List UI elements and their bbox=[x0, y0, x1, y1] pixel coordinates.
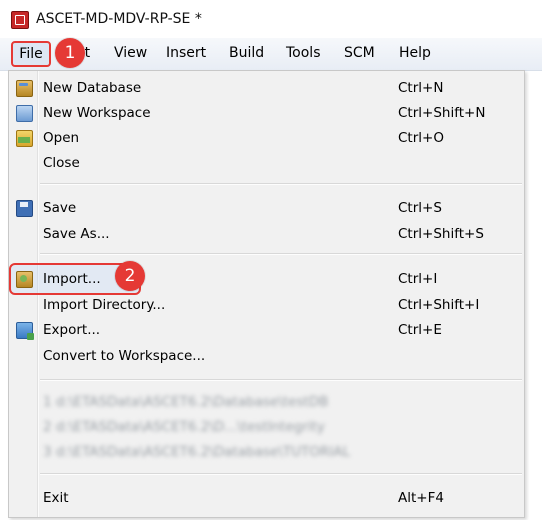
database-icon bbox=[16, 80, 33, 97]
window-title: ASCET-MD-MDV-RP-SE * bbox=[36, 11, 202, 27]
menu-item-label: Save bbox=[43, 200, 77, 216]
export-icon bbox=[16, 322, 34, 340]
menu-separator bbox=[40, 183, 522, 185]
menu-item-label: New Workspace bbox=[43, 105, 151, 121]
step-2-badge: 2 bbox=[115, 261, 145, 291]
recent-file-path: 1 d:\ETASData\ASCET6.2\Database\testDB bbox=[43, 394, 329, 410]
open-folder-icon bbox=[16, 130, 33, 147]
menu-item-open[interactable]: Open Ctrl+O bbox=[9, 125, 524, 150]
menu-item-label: Export... bbox=[43, 322, 101, 338]
menu-item-import-directory[interactable]: Import Directory... Ctrl+Shift+I bbox=[9, 292, 524, 317]
menu-insert[interactable]: Insert bbox=[166, 45, 206, 61]
save-disk-icon bbox=[16, 200, 33, 217]
menu-item-shortcut: Ctrl+Shift+I bbox=[398, 297, 480, 313]
menu-item-shortcut: Ctrl+I bbox=[398, 271, 438, 287]
menu-item-recent-1[interactable]: 1 d:\ETASData\ASCET6.2\Database\testDB bbox=[9, 389, 524, 414]
menu-item-label: Close bbox=[43, 155, 80, 171]
ascet-app-icon bbox=[11, 11, 29, 29]
recent-file-path: 3 d:\ETASData\ASCET6.2\Database\TUTORIAL bbox=[43, 444, 350, 460]
menu-item-new-database[interactable]: New Database Ctrl+N bbox=[9, 75, 524, 100]
menu-item-shortcut: Ctrl+S bbox=[398, 200, 442, 216]
menu-item-close[interactable]: Close bbox=[9, 150, 524, 175]
menu-item-label: Import Directory... bbox=[43, 297, 166, 313]
menu-item-shortcut: Alt+F4 bbox=[398, 490, 444, 506]
menu-bar: File Edit View Insert Build Tools SCM He… bbox=[0, 38, 542, 71]
menu-item-shortcut: Ctrl+N bbox=[398, 80, 444, 96]
menu-item-shortcut: Ctrl+Shift+N bbox=[398, 105, 486, 121]
menu-separator bbox=[40, 379, 522, 381]
menu-item-new-workspace[interactable]: New Workspace Ctrl+Shift+N bbox=[9, 100, 524, 125]
menu-separator bbox=[40, 253, 522, 255]
menu-item-import[interactable]: Import... Ctrl+I bbox=[9, 266, 524, 291]
menu-item-exit[interactable]: Exit Alt+F4 bbox=[9, 485, 524, 510]
menu-item-recent-3[interactable]: 3 d:\ETASData\ASCET6.2\Database\TUTORIAL bbox=[9, 439, 524, 464]
menu-item-save[interactable]: Save Ctrl+S bbox=[9, 195, 524, 220]
step-1-badge: 1 bbox=[55, 38, 85, 68]
menu-item-label: New Database bbox=[43, 80, 142, 96]
import-icon bbox=[16, 271, 33, 288]
menu-view[interactable]: View bbox=[114, 45, 147, 61]
menu-item-label: Save As... bbox=[43, 226, 110, 242]
menu-item-shortcut: Ctrl+E bbox=[398, 322, 442, 338]
title-bar: ASCET-MD-MDV-RP-SE * bbox=[0, 0, 542, 38]
menu-build[interactable]: Build bbox=[229, 45, 264, 61]
menu-item-save-as[interactable]: Save As... Ctrl+Shift+S bbox=[9, 221, 524, 246]
menu-separator bbox=[40, 473, 522, 475]
menu-help[interactable]: Help bbox=[399, 45, 431, 61]
menu-item-convert-to-workspace[interactable]: Convert to Workspace... bbox=[9, 343, 524, 368]
file-menu-dropdown: New Database Ctrl+N New Workspace Ctrl+S… bbox=[8, 70, 525, 518]
menu-item-export[interactable]: Export... Ctrl+E bbox=[9, 317, 524, 342]
menu-item-label: Open bbox=[43, 130, 80, 146]
menu-item-shortcut: Ctrl+Shift+S bbox=[398, 226, 484, 242]
menu-item-label: Exit bbox=[43, 490, 69, 506]
workspace-icon bbox=[16, 105, 33, 122]
menu-tools[interactable]: Tools bbox=[286, 45, 321, 61]
menu-file[interactable]: File bbox=[11, 41, 51, 67]
menu-item-recent-2[interactable]: 2 d:\ETASData\ASCET6.2\D...\testIntegrit… bbox=[9, 414, 524, 439]
menu-scm[interactable]: SCM bbox=[344, 45, 375, 61]
menu-item-shortcut: Ctrl+O bbox=[398, 130, 444, 146]
menu-item-label: Import... bbox=[43, 271, 101, 287]
menu-item-label: Convert to Workspace... bbox=[43, 348, 206, 364]
recent-file-path: 2 d:\ETASData\ASCET6.2\D...\testIntegrit… bbox=[43, 419, 325, 435]
